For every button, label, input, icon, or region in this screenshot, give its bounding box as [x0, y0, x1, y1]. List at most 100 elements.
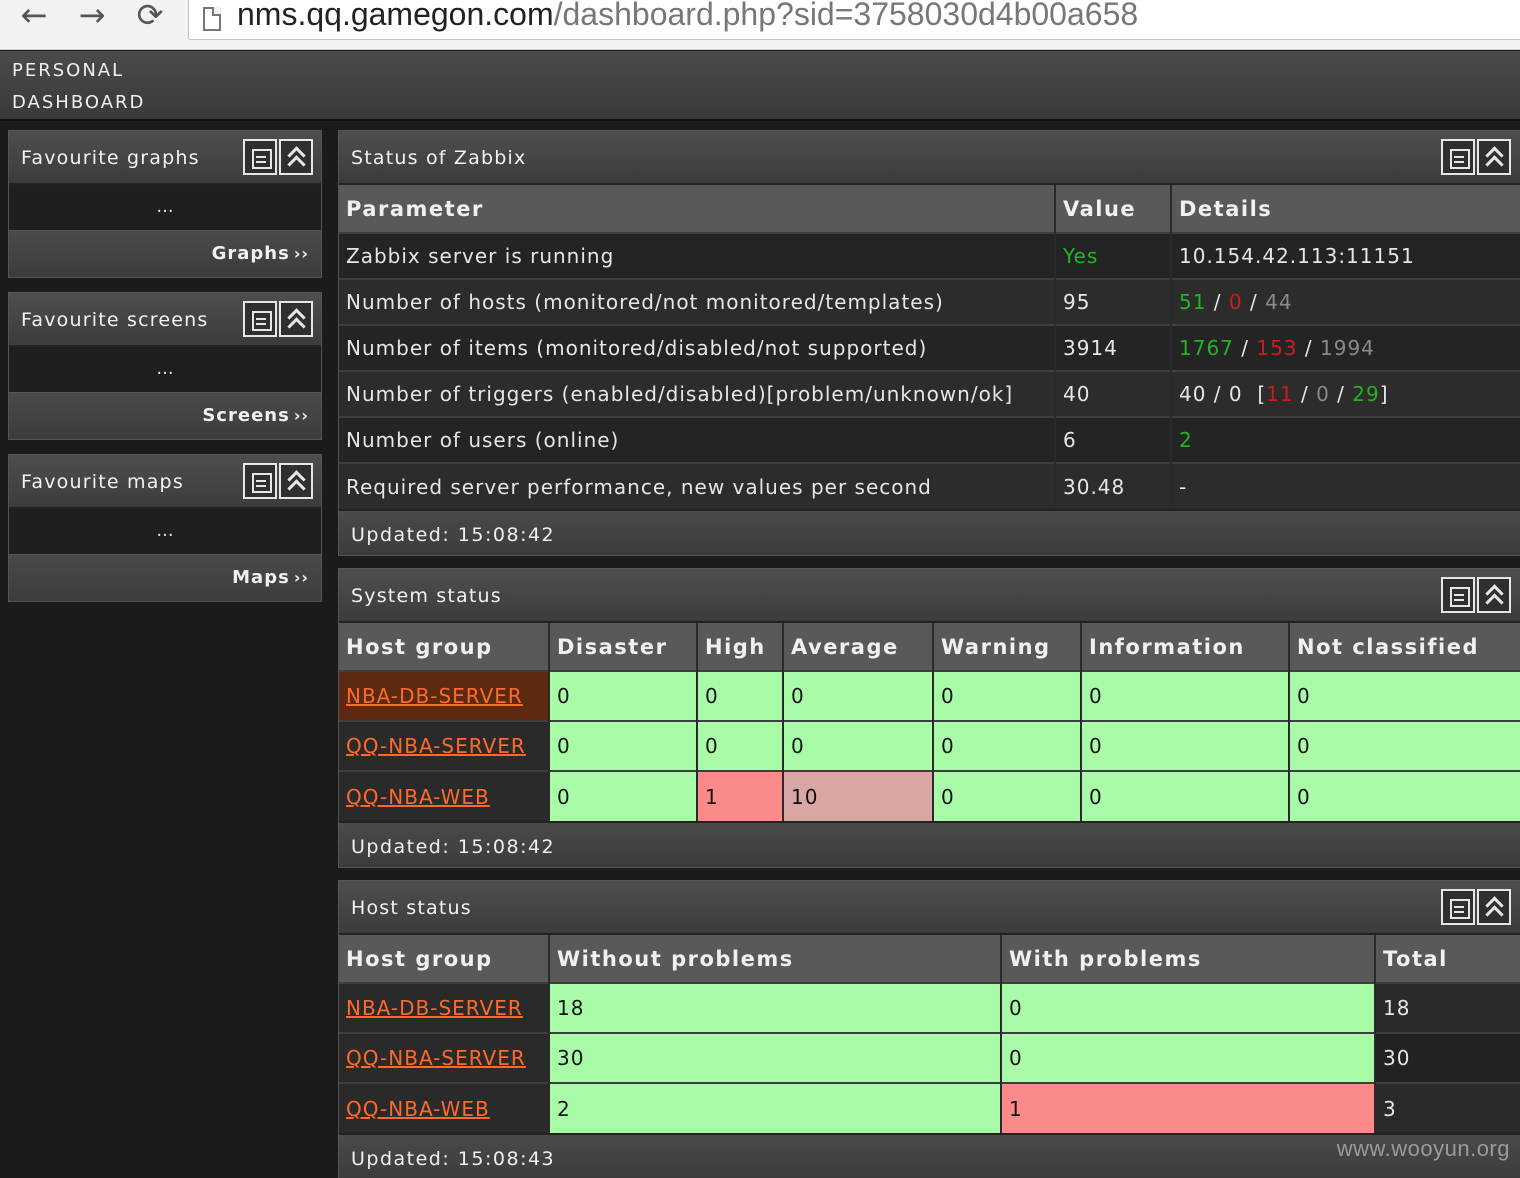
table-row: QQ-NBA-SERVER 30 0 30 [339, 1032, 1520, 1083]
collapse-icon[interactable] [1477, 889, 1511, 925]
value-cell: Yes [1055, 232, 1172, 279]
host-group-link[interactable]: QQ-NBA-SERVER [346, 734, 526, 758]
menu-icon[interactable] [243, 139, 277, 175]
table-row: QQ-NBA-WEB 2 1 3 [339, 1082, 1520, 1133]
menu-icon[interactable] [1441, 889, 1475, 925]
host-group-cell: NBA-DB-SERVER [339, 982, 550, 1033]
host-group-link[interactable]: NBA-DB-SERVER [346, 684, 523, 708]
separator: / [1206, 290, 1229, 314]
favourite-list-empty: ... [9, 347, 321, 393]
not-classified-cell: 0 [1289, 670, 1520, 721]
widget-header: Favourite graphs [9, 131, 321, 185]
column-header: Without problems [549, 935, 1002, 983]
collapse-icon[interactable] [1477, 139, 1511, 175]
high-cell: 0 [697, 720, 784, 771]
table-row: Required server performance, new values … [339, 462, 1520, 509]
table-row: QQ-NBA-WEB 0 1 10 0 0 0 [339, 770, 1520, 821]
parameter-cell: Zabbix server is running [339, 232, 1056, 279]
host-group-link[interactable]: QQ-NBA-WEB [346, 1097, 490, 1121]
with-problems-cell[interactable]: 1 [1001, 1082, 1376, 1133]
information-cell: 0 [1081, 720, 1290, 771]
widget-title: Host status [351, 897, 472, 919]
average-cell[interactable]: 10 [783, 770, 934, 821]
table-row: NBA-DB-SERVER 18 0 18 [339, 982, 1520, 1033]
details-text: - [1179, 474, 1188, 499]
host-status-table: Host group Without problems With problem… [339, 935, 1520, 1133]
average-cell: 0 [783, 720, 934, 771]
back-icon[interactable]: ← [14, 0, 54, 36]
details-cell: 2 [1171, 416, 1520, 463]
table-row: Zabbix server is running Yes 10.154.42.1… [339, 232, 1520, 279]
parameter-cell: Number of triggers (enabled/disabled)[pr… [339, 370, 1056, 417]
widget-header: Favourite maps [9, 455, 321, 509]
collapse-icon[interactable] [279, 301, 313, 337]
monitored-count: 1767 [1179, 336, 1234, 360]
collapse-icon[interactable] [1477, 577, 1511, 613]
graphs-link[interactable]: Graphs ›› [9, 231, 321, 277]
widget-title: Favourite graphs [21, 147, 200, 169]
widget-header: Status of Zabbix [339, 131, 1520, 185]
host-group-cell: NBA-DB-SERVER [339, 670, 550, 721]
not-monitored-count: 0 [1228, 290, 1243, 314]
host-group-cell: QQ-NBA-SERVER [339, 720, 550, 771]
templates-count: 44 [1265, 290, 1293, 314]
collapse-icon[interactable] [279, 139, 313, 175]
separator: / [1293, 382, 1317, 406]
url-text[interactable]: nms.qq.gamegon.com/dashboard.php?sid=375… [237, 0, 1138, 31]
average-cell: 0 [783, 670, 934, 721]
screens-link[interactable]: Screens ›› [9, 393, 321, 439]
column-header: Information [1081, 623, 1290, 671]
favourite-graphs-widget: Favourite graphs ... Graphs ›› [8, 130, 322, 278]
total-cell: 30 [1375, 1032, 1520, 1083]
watermark: www.wooyun.org [1336, 1136, 1510, 1161]
menu-icon[interactable] [1441, 577, 1475, 613]
page-icon [203, 7, 221, 31]
column-header: Average [783, 623, 934, 671]
url-path: /dashboard.php?sid=3758030d4b00a658 [553, 0, 1139, 32]
widget-title: Status of Zabbix [351, 147, 527, 169]
column-header: Value [1055, 185, 1172, 233]
favourite-list-empty: ... [9, 185, 321, 231]
warning-cell: 0 [933, 670, 1082, 721]
column-header: Warning [933, 623, 1082, 671]
value-cell: 95 [1055, 278, 1172, 325]
host-group-link[interactable]: QQ-NBA-WEB [346, 785, 490, 809]
high-cell: 0 [697, 670, 784, 721]
online-count: 2 [1179, 428, 1193, 452]
graphs-link-label[interactable]: Graphs [212, 243, 290, 264]
menu-icon[interactable] [243, 301, 277, 337]
with-problems-cell: 0 [1001, 1032, 1376, 1083]
updated-time: Updated: 15:08:42 [339, 821, 1520, 867]
host-group-link[interactable]: NBA-DB-SERVER [346, 996, 523, 1020]
favourite-screens-widget: Favourite screens ... Screens ›› [8, 292, 322, 440]
total-cell: 18 [1375, 982, 1520, 1033]
separator: / [1297, 336, 1320, 360]
menu-icon[interactable] [243, 463, 277, 499]
address-bar[interactable]: nms.qq.gamegon.com/dashboard.php?sid=375… [188, 0, 1520, 40]
host-group-link[interactable]: QQ-NBA-SERVER [346, 1046, 526, 1070]
value-cell: 3914 [1055, 324, 1172, 371]
maps-link[interactable]: Maps ›› [9, 555, 321, 601]
widget-title: Favourite screens [21, 309, 209, 331]
maps-link-label[interactable]: Maps [232, 567, 290, 588]
url-host: nms.qq.gamegon.com [237, 0, 554, 32]
separator: / [1233, 336, 1257, 360]
with-problems-cell: 0 [1001, 982, 1376, 1033]
column-header: Host group [339, 623, 550, 671]
column-header: With problems [1001, 935, 1376, 983]
reload-icon[interactable]: ⟳ [130, 0, 170, 36]
host-group-cell: QQ-NBA-WEB [339, 770, 550, 821]
ok-count: 29 [1352, 382, 1380, 406]
table-row: NBA-DB-SERVER 0 0 0 0 0 0 [339, 670, 1520, 721]
forward-icon[interactable]: → [72, 0, 112, 36]
widget-header: Host status [339, 881, 1520, 935]
screens-link-label[interactable]: Screens [202, 405, 289, 426]
favourite-maps-widget: Favourite maps ... Maps ›› [8, 454, 322, 602]
disabled-count: 153 [1256, 336, 1298, 360]
table-row: Number of users (online) 6 2 [339, 416, 1520, 463]
menu-icon[interactable] [1441, 139, 1475, 175]
not-classified-cell: 0 [1289, 720, 1520, 771]
information-cell: 0 [1081, 670, 1290, 721]
high-cell[interactable]: 1 [697, 770, 784, 821]
collapse-icon[interactable] [279, 463, 313, 499]
